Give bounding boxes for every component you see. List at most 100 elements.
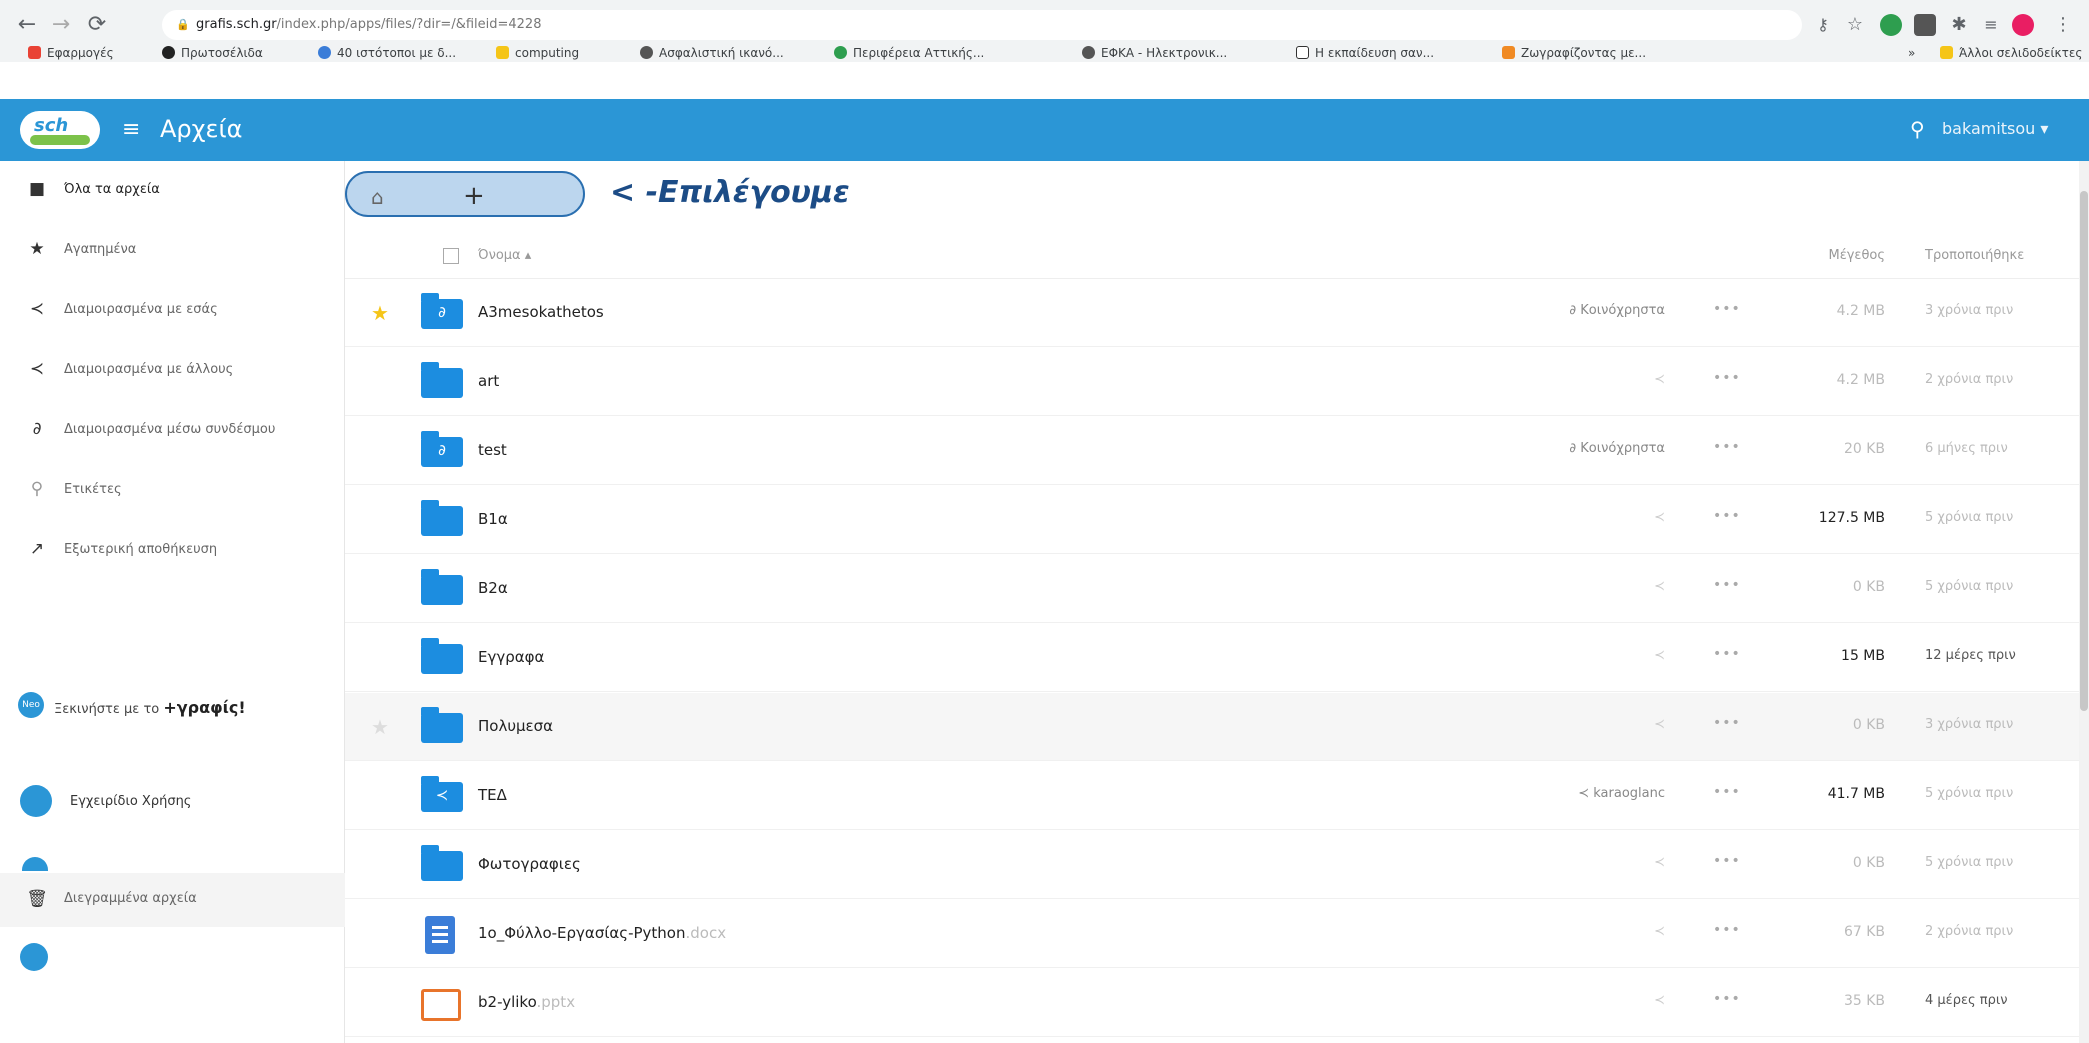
share-button[interactable]: ≺ — [1505, 510, 1665, 525]
favorite-star-icon[interactable]: ★ — [371, 301, 389, 325]
sidebar-item-favorites[interactable]: ★ Αγαπημένα — [0, 221, 345, 279]
file-name[interactable]: Φωτογραφιες — [478, 855, 581, 873]
more-actions-icon[interactable]: ••• — [1713, 784, 1741, 800]
file-name[interactable]: test — [478, 441, 507, 459]
file-name[interactable]: Πολυμεσα — [478, 717, 553, 735]
key-icon[interactable]: ⚷ — [1810, 12, 1836, 38]
bookmark-item[interactable]: computing — [496, 44, 579, 62]
file-row[interactable]: B1α ≺ ••• 127.5 MB 5 χρόνια πριν — [345, 486, 2089, 554]
bookmark-item[interactable]: Περιφέρεια Αττικής... — [834, 44, 984, 62]
column-header-name[interactable]: Όνομα ▴ — [478, 248, 531, 263]
file-name[interactable]: Εγγραφα — [478, 648, 544, 666]
sync-icon[interactable] — [20, 943, 48, 971]
file-basename: B1α — [478, 510, 508, 528]
file-name[interactable]: B2α — [478, 579, 508, 597]
file-name[interactable]: A3mesokathetos — [478, 303, 604, 321]
column-header-size[interactable]: Μέγεθος — [1795, 248, 1885, 263]
extension-icon[interactable] — [1880, 14, 1902, 36]
file-name[interactable]: art — [478, 372, 499, 390]
share-button[interactable]: ≺ karaoglanc — [1505, 786, 1665, 801]
share-button[interactable]: ≺ — [1505, 924, 1665, 939]
file-name[interactable]: B1α — [478, 510, 508, 528]
reload-icon[interactable]: ⟳ — [84, 12, 110, 38]
kebab-menu-icon[interactable]: ⋮ — [2050, 12, 2076, 38]
file-row[interactable]: ★ ∂ A3mesokathetos ∂ Κοινόχρηστα ••• 4.2 MB 3 … — [345, 279, 2089, 347]
address-bar[interactable]: 🔒 grafis.sch.gr/index.php/apps/files/?di… — [162, 10, 1802, 40]
scrollbar-thumb[interactable] — [2080, 191, 2088, 711]
file-row[interactable]: Φωτογραφιες ≺ ••• 0 KB 5 χρόνια πριν — [345, 831, 2089, 899]
external-storage-icon: ↗ — [29, 539, 45, 559]
puzzle-icon[interactable]: ✱ — [1946, 12, 1972, 38]
share-button[interactable]: ∂ Κοινόχρηστα — [1505, 441, 1665, 456]
link-icon: ∂ — [1569, 441, 1581, 456]
sidebar-item-shared-by-link[interactable]: ∂ Διαμοιρασμένα μέσω συνδέσμου — [0, 401, 345, 459]
file-row[interactable]: ∂ test ∂ Κοινόχρηστα ••• 20 KB 6 μήνες πριν — [345, 417, 2089, 485]
sidebar-item-all-files[interactable]: ■ Όλα τα αρχεία — [0, 161, 345, 219]
sidebar-item-external-storage[interactable]: ↗ Εξωτερική αποθήκευση — [0, 521, 345, 579]
share-button[interactable]: ≺ — [1505, 717, 1665, 732]
document-icon — [425, 916, 455, 954]
sidebar-item-shared-with-others[interactable]: ≺ Διαμοιρασμένα με άλλους — [0, 341, 345, 399]
app-icon[interactable] — [22, 857, 48, 871]
extension-icon[interactable] — [1914, 14, 1936, 36]
bookmark-item[interactable]: Ζωγραφίζοντας με... — [1502, 44, 1646, 62]
profile-avatar[interactable] — [2012, 14, 2034, 36]
bookmark-item[interactable]: ΕΦΚΑ - Ηλεκτρονικ... — [1082, 44, 1227, 62]
app-title[interactable]: Αρχεία — [160, 115, 242, 143]
more-actions-icon[interactable]: ••• — [1713, 301, 1741, 317]
more-actions-icon[interactable]: ••• — [1713, 715, 1741, 731]
more-actions-icon[interactable]: ••• — [1713, 577, 1741, 593]
file-row[interactable]: B2α ≺ ••• 0 KB 5 χρόνια πριν — [345, 555, 2089, 623]
sidebar-item-trash[interactable]: 🗑 Διεγραμμένα αρχεία — [0, 873, 345, 927]
other-bookmarks[interactable]: Άλλοι σελιδοδείκτες — [1940, 44, 2082, 62]
more-actions-icon[interactable]: ••• — [1713, 439, 1741, 455]
share-button[interactable]: ≺ — [1505, 372, 1665, 387]
share-button[interactable]: ≺ — [1505, 579, 1665, 594]
menu-icon[interactable]: ≡ — [122, 117, 140, 142]
more-bookmarks[interactable]: » — [1908, 44, 1915, 62]
more-actions-icon[interactable]: ••• — [1713, 853, 1741, 869]
file-row[interactable]: b2-yliko.pptx ≺ ••• 35 KB 4 μέρες πριν — [345, 969, 2089, 1037]
share-button[interactable]: ≺ — [1505, 855, 1665, 870]
file-row[interactable]: 1ο_Φύλλο-Εργασίας-Python.docx ≺ ••• 67 KB 2 … — [345, 900, 2089, 968]
share-button[interactable]: ≺ — [1505, 648, 1665, 663]
url-host: grafis.sch.gr — [196, 17, 277, 32]
file-row[interactable]: Εγγραφα ≺ ••• 15 MB 12 μέρες πριν — [345, 624, 2089, 692]
home-icon[interactable]: ⌂ — [371, 185, 384, 209]
bookmark-item[interactable]: Η εκπαίδευση σαν... — [1296, 44, 1434, 62]
add-button[interactable]: + — [463, 181, 485, 211]
column-header-modified[interactable]: Τροποποιήθηκε — [1925, 248, 2024, 263]
globe-icon — [640, 46, 653, 59]
sidebar-item-tags[interactable]: ⚲ Ετικέτες — [0, 461, 345, 519]
share-button[interactable]: ≺ — [1505, 993, 1665, 1008]
sidebar-item-shared-with-you[interactable]: ≺ Διαμοιρασμένα με εσάς — [0, 281, 345, 339]
bookmark-item[interactable]: 40 ιστότοποι με δ... — [318, 44, 456, 62]
file-name[interactable]: ΤΕΔ — [478, 786, 507, 804]
share-button[interactable]: ∂ Κοινόχρηστα — [1505, 303, 1665, 318]
sidebar-item-manual[interactable]: Εγχειρίδιο Χρήσης — [0, 773, 345, 831]
more-actions-icon[interactable]: ••• — [1713, 370, 1741, 386]
more-actions-icon[interactable]: ••• — [1713, 922, 1741, 938]
file-row[interactable]: ≺ ΤΕΔ ≺ karaoglanc ••• 41.7 MB 5 χρόνια πριν — [345, 762, 2089, 830]
select-all-checkbox[interactable] — [443, 248, 459, 264]
scrollbar[interactable] — [2079, 161, 2089, 1043]
back-icon[interactable]: ← — [14, 12, 40, 38]
more-actions-icon[interactable]: ••• — [1713, 646, 1741, 662]
file-name[interactable]: b2-yliko.pptx — [478, 993, 575, 1011]
file-row[interactable]: ★ Πολυμεσα ≺ ••• 0 KB 3 χρόνια πριν — [345, 693, 2089, 761]
favorite-star-icon[interactable]: ★ — [371, 715, 389, 739]
sidebar-promo[interactable]: Neo Ξεκινήστε με το +γραφίς! — [0, 676, 345, 736]
bookmark-item[interactable]: Εφαρμογές — [28, 44, 114, 62]
bookmark-item[interactable]: Πρωτοσέλιδα — [162, 44, 263, 62]
more-actions-icon[interactable]: ••• — [1713, 508, 1741, 524]
more-actions-icon[interactable]: ••• — [1713, 991, 1741, 1007]
sch-logo[interactable]: sch — [20, 111, 100, 149]
user-menu[interactable]: bakamitsou ▾ — [1942, 119, 2048, 138]
file-name[interactable]: 1ο_Φύλλο-Εργασίας-Python.docx — [478, 924, 726, 942]
reading-list-icon[interactable]: ≡ — [1978, 12, 2004, 38]
search-icon[interactable]: ⚲ — [1910, 117, 1925, 141]
bookmark-item[interactable]: Ασφαλιστική ικανό... — [640, 44, 784, 62]
forward-icon[interactable]: → — [48, 12, 74, 38]
file-row[interactable]: art ≺ ••• 4.2 MB 2 χρόνια πριν — [345, 348, 2089, 416]
star-bookmark-icon[interactable]: ☆ — [1842, 12, 1868, 38]
